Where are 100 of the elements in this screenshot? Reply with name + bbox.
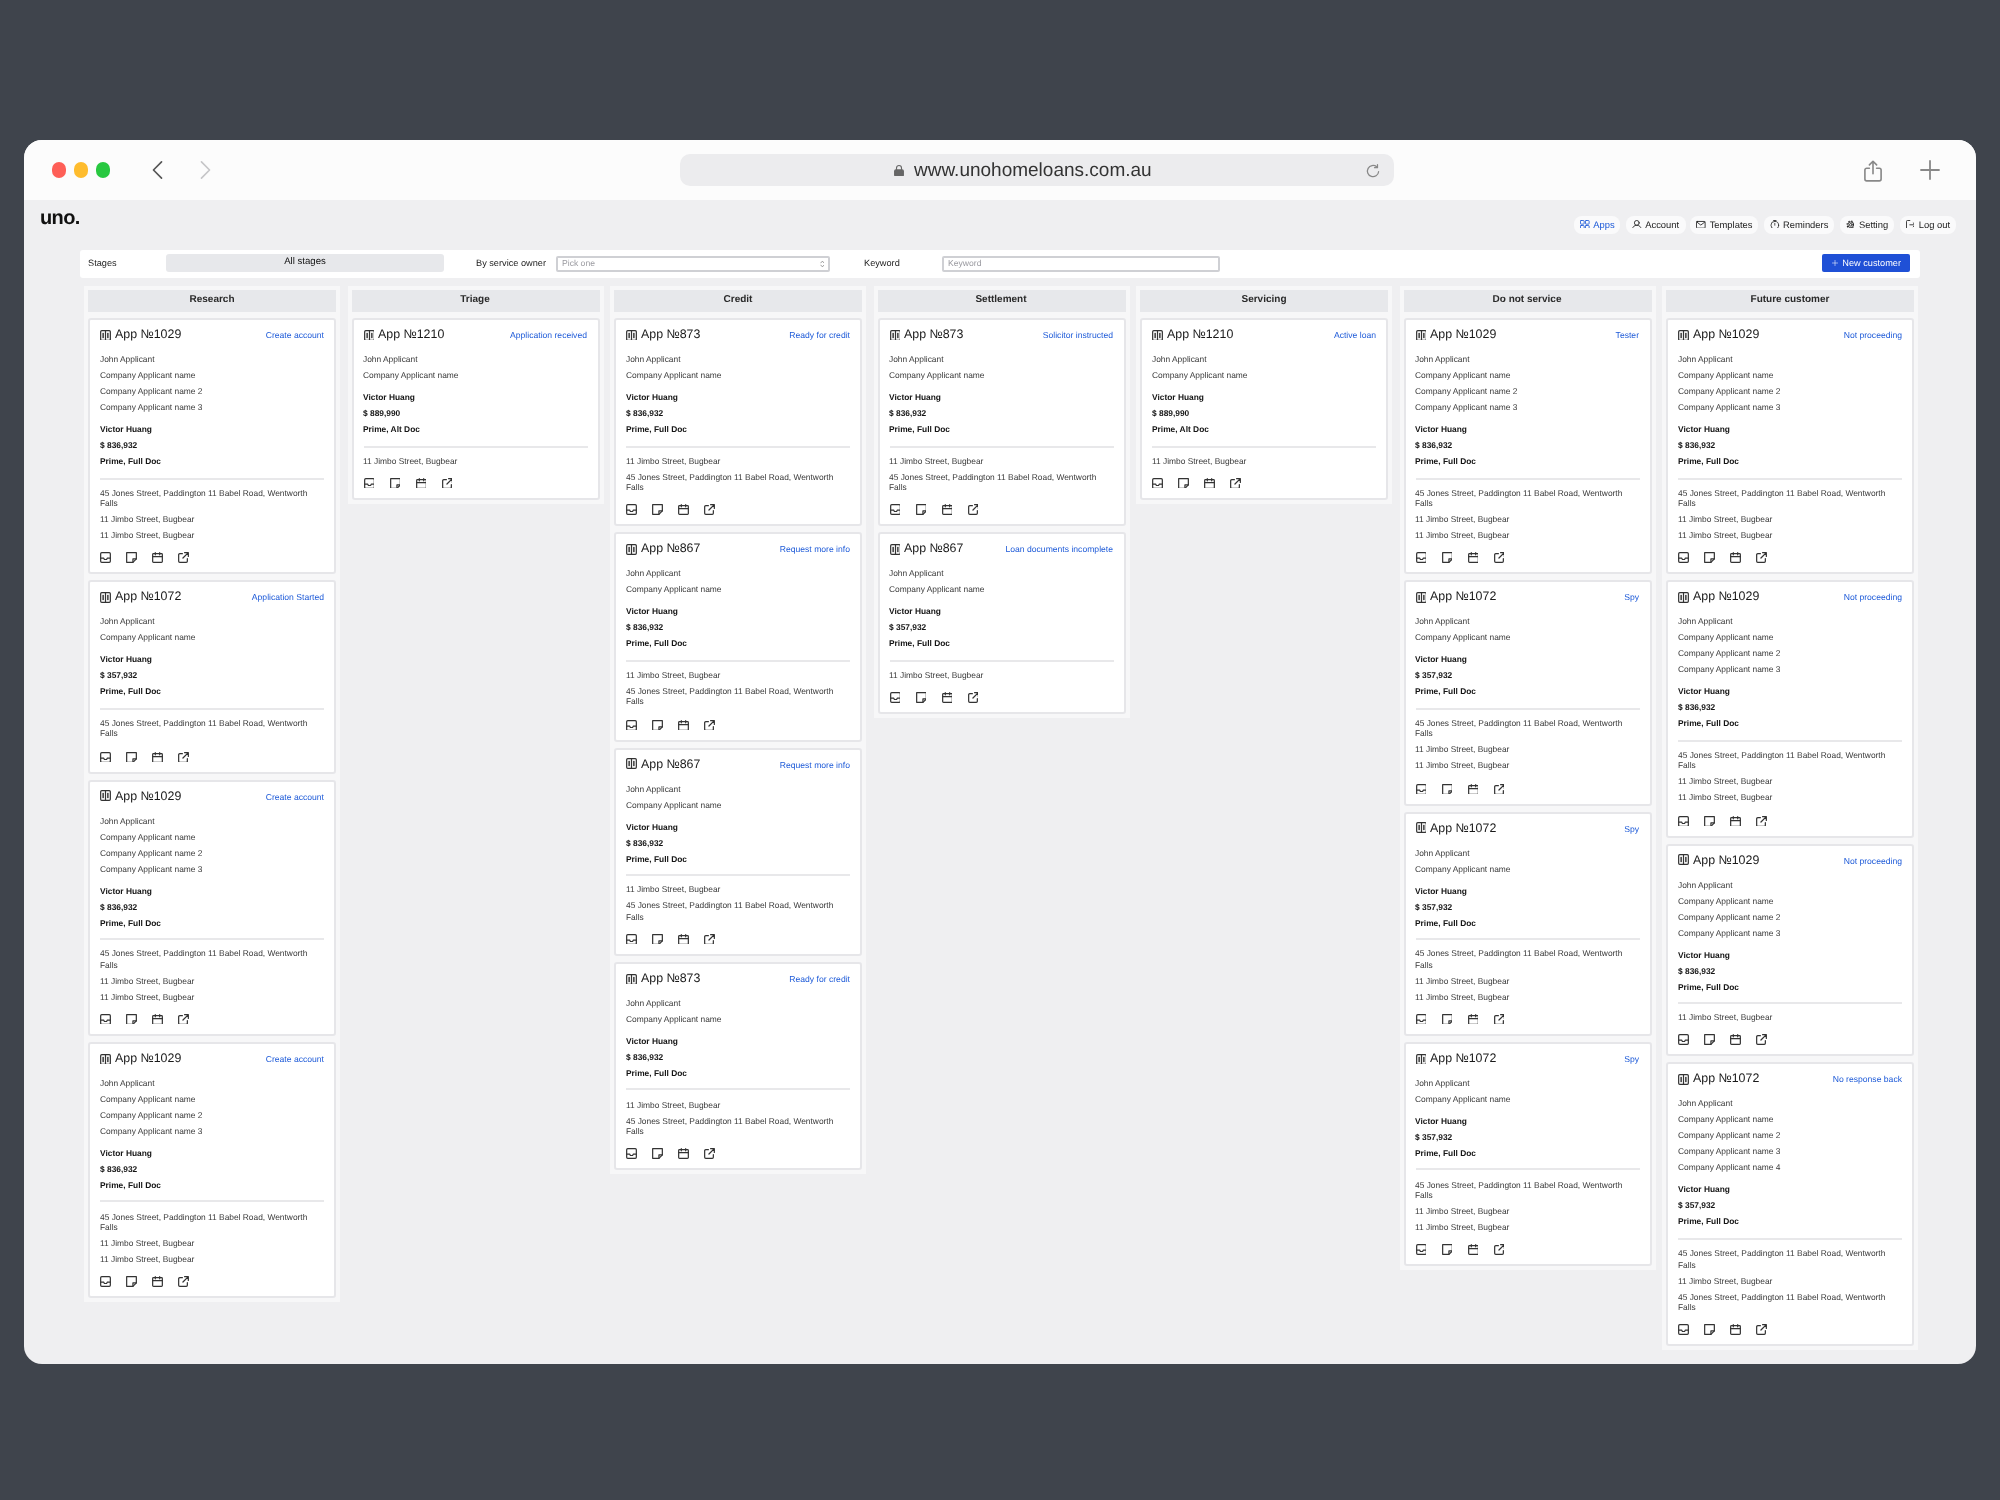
inbox-icon[interactable]	[1152, 477, 1163, 489]
url-text: www.unohomeloans.com.au	[914, 159, 1152, 181]
logout-icon	[1905, 219, 1915, 229]
inbox-icon[interactable]	[1415, 1244, 1426, 1255]
calendar-icon[interactable]	[152, 751, 163, 763]
inbox-icon[interactable]	[1415, 552, 1426, 564]
inbox-icon[interactable]	[1678, 1034, 1689, 1046]
calendar-icon[interactable]	[678, 933, 689, 945]
note-icon[interactable]	[1441, 552, 1452, 564]
note-icon[interactable]	[1704, 1034, 1715, 1046]
external-link-icon[interactable]	[704, 504, 715, 516]
logo: uno.	[40, 208, 80, 230]
external-link-icon[interactable]	[1230, 477, 1241, 489]
external-link-icon[interactable]	[1493, 1244, 1504, 1255]
note-icon[interactable]	[1704, 1324, 1715, 1336]
note-icon[interactable]	[1441, 1244, 1452, 1255]
external-link-icon[interactable]	[178, 552, 189, 564]
calendar-icon[interactable]	[678, 504, 689, 516]
external-link-icon[interactable]	[967, 692, 978, 704]
grid-icon	[1579, 219, 1590, 229]
note-icon[interactable]	[1704, 815, 1715, 826]
calendar-icon[interactable]	[1730, 815, 1741, 826]
calendar-icon[interactable]	[1730, 1034, 1741, 1046]
calendar-icon[interactable]	[1467, 1013, 1478, 1025]
inbox-icon[interactable]	[626, 719, 637, 731]
note-icon[interactable]	[652, 719, 663, 731]
external-link-icon[interactable]	[1756, 815, 1767, 826]
note-icon[interactable]	[1441, 1013, 1452, 1025]
inbox-icon[interactable]	[1678, 552, 1689, 564]
two-column-icon	[626, 544, 637, 556]
inbox-icon[interactable]	[626, 504, 637, 516]
external-link-icon[interactable]	[178, 1276, 189, 1288]
external-link-icon[interactable]	[1756, 1034, 1767, 1046]
calendar-icon[interactable]	[1467, 1244, 1478, 1255]
share-icon[interactable]	[1864, 159, 1882, 181]
calendar-icon[interactable]	[678, 719, 689, 731]
new-tab-icon[interactable]	[1920, 160, 1940, 180]
inbox-icon[interactable]	[626, 933, 637, 945]
note-icon[interactable]	[652, 504, 663, 516]
calendar-icon[interactable]	[1467, 783, 1478, 794]
calendar-icon[interactable]	[415, 477, 426, 489]
two-column-icon	[1415, 1053, 1426, 1064]
calendar-icon[interactable]	[941, 692, 952, 704]
external-link-icon[interactable]	[704, 1148, 715, 1160]
inbox-icon[interactable]	[1415, 1013, 1426, 1025]
external-link-icon[interactable]	[441, 477, 452, 489]
two-column-icon	[626, 973, 637, 985]
external-link-icon[interactable]	[704, 719, 715, 731]
inbox-icon[interactable]	[626, 1148, 637, 1160]
two-column-icon	[1415, 822, 1426, 834]
reload-icon[interactable]	[1366, 163, 1380, 177]
two-column-icon	[100, 790, 111, 802]
two-column-icon	[100, 329, 111, 341]
address-bar[interactable]: www.unohomeloans.com.au	[680, 154, 1394, 186]
calendar-icon[interactable]	[941, 504, 952, 516]
note-icon[interactable]	[1441, 783, 1452, 794]
note-icon[interactable]	[652, 1148, 663, 1160]
inbox-icon[interactable]	[363, 477, 374, 489]
inbox-icon[interactable]	[889, 692, 900, 704]
note-icon[interactable]	[126, 1276, 137, 1288]
external-link-icon[interactable]	[178, 1013, 189, 1025]
inbox-icon[interactable]	[100, 552, 111, 564]
note-icon[interactable]	[915, 692, 926, 704]
external-link-icon[interactable]	[178, 751, 189, 763]
two-column-icon	[626, 758, 637, 770]
external-link-icon[interactable]	[704, 933, 715, 945]
external-link-icon[interactable]	[1493, 552, 1504, 564]
external-link-icon[interactable]	[967, 504, 978, 516]
back-icon[interactable]	[152, 160, 163, 180]
mail-icon	[1696, 219, 1706, 229]
inbox-icon[interactable]	[100, 1013, 111, 1025]
note-icon[interactable]	[126, 552, 137, 564]
calendar-icon[interactable]	[152, 1276, 163, 1288]
inbox-icon[interactable]	[1415, 783, 1426, 794]
inbox-icon[interactable]	[100, 751, 111, 763]
external-link-icon[interactable]	[1493, 783, 1504, 794]
note-icon[interactable]	[915, 504, 926, 516]
window-close-button[interactable]	[51, 162, 66, 178]
note-icon[interactable]	[1704, 552, 1715, 564]
calendar-icon[interactable]	[1204, 477, 1215, 489]
calendar-icon[interactable]	[678, 1148, 689, 1160]
external-link-icon[interactable]	[1756, 552, 1767, 564]
calendar-icon[interactable]	[152, 552, 163, 564]
inbox-icon[interactable]	[889, 504, 900, 516]
calendar-icon[interactable]	[1467, 552, 1478, 564]
settings-icon	[1845, 219, 1855, 229]
external-link-icon[interactable]	[1493, 1013, 1504, 1025]
note-icon[interactable]	[652, 933, 663, 945]
note-icon[interactable]	[126, 751, 137, 763]
note-icon[interactable]	[1178, 477, 1189, 489]
calendar-icon[interactable]	[1730, 1324, 1741, 1336]
inbox-icon[interactable]	[1678, 1324, 1689, 1336]
inbox-icon[interactable]	[100, 1276, 111, 1288]
note-icon[interactable]	[389, 477, 400, 489]
stopwatch-icon	[1769, 219, 1779, 229]
calendar-icon[interactable]	[1730, 552, 1741, 564]
inbox-icon[interactable]	[1678, 815, 1689, 826]
calendar-icon[interactable]	[152, 1013, 163, 1025]
note-icon[interactable]	[126, 1013, 137, 1025]
external-link-icon[interactable]	[1756, 1324, 1767, 1336]
